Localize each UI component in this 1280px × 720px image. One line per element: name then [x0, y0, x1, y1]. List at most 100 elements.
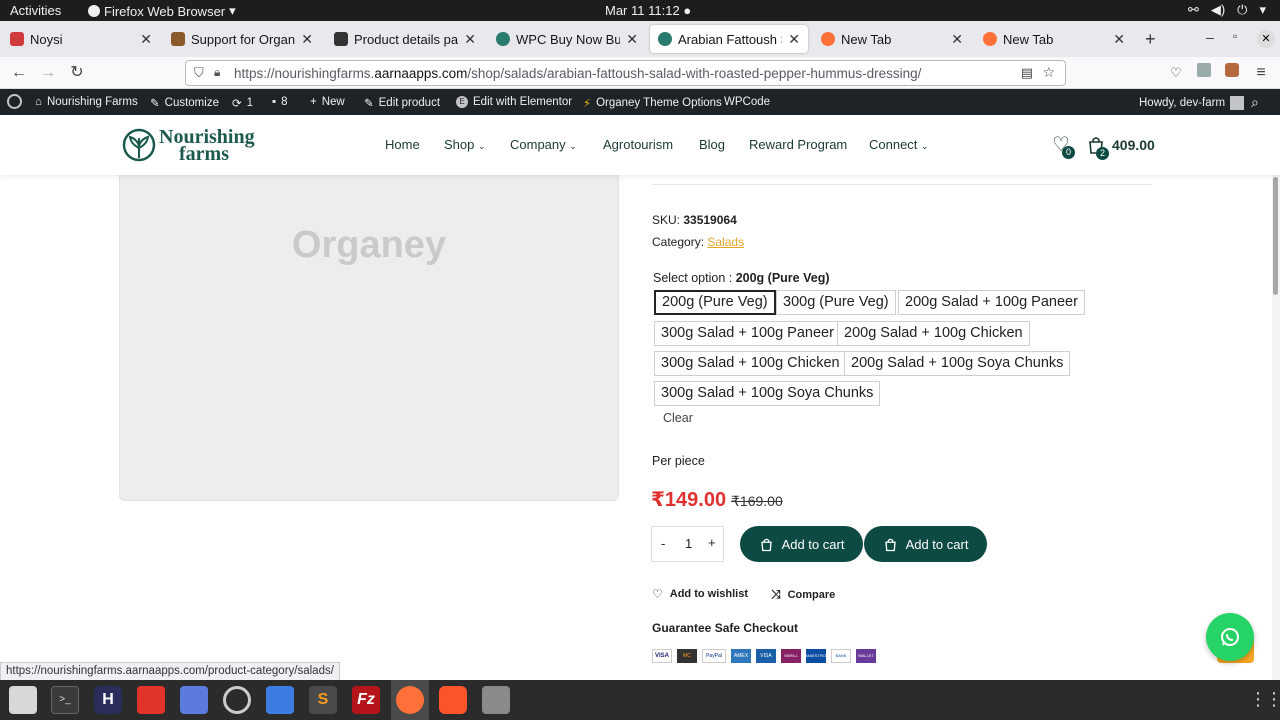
tab-new-tab-1[interactable]: New Tab ✕ — [813, 25, 971, 53]
reader-view-icon[interactable]: ▤ — [1021, 65, 1033, 81]
add-to-cart-button[interactable]: Add to cart — [740, 526, 863, 562]
clock[interactable]: Mar 11 11:12 ● — [605, 3, 691, 18]
firefox-icon[interactable] — [396, 686, 424, 714]
bookmark-star-icon[interactable]: ☆ — [1042, 64, 1055, 81]
close-icon[interactable]: ✕ — [464, 31, 476, 48]
wp-customize-link[interactable]: ✎ Customize — [150, 96, 219, 110]
reload-icon[interactable]: ↻ — [66, 62, 88, 84]
option-300g-paneer[interactable]: 300g Salad + 100g Paneer — [654, 321, 841, 346]
option-200g-chicken[interactable]: 200g Salad + 100g Chicken — [837, 321, 1030, 346]
wordpress-logo-icon[interactable] — [7, 94, 22, 109]
close-icon[interactable]: ✕ — [301, 31, 313, 48]
close-icon[interactable]: ✕ — [951, 31, 963, 48]
pocket-icon[interactable]: ♡ — [1165, 62, 1187, 84]
tab-new-tab-2[interactable]: New Tab ✕ — [975, 25, 1133, 53]
option-300g-soya[interactable]: 300g Salad + 100g Soya Chunks — [654, 381, 881, 406]
wp-new-link[interactable]: + New — [310, 96, 345, 108]
hex-editor-icon[interactable]: H — [94, 686, 122, 714]
menu-shop[interactable]: Shop ⌄ — [444, 137, 486, 152]
tab-wpc-buy-now[interactable]: WPC Buy Now Button ✕ — [488, 25, 646, 53]
wp-comments-link[interactable]: ▪ 8 — [272, 96, 287, 108]
menu-company[interactable]: Company ⌄ — [510, 137, 577, 152]
menu-shop-label: Shop — [444, 137, 475, 152]
comment-icon: ▪ — [272, 96, 277, 108]
close-window-icon[interactable]: ✕ — [1257, 30, 1275, 48]
back-arrow-icon[interactable]: ← — [8, 62, 30, 84]
page-scrollbar[interactable] — [1272, 175, 1280, 680]
search-icon[interactable]: ⌕ — [1251, 94, 1259, 111]
wp-wpcode-link[interactable]: WPCode — [724, 96, 770, 108]
wp-updates-link[interactable]: ⟳ 1 — [232, 96, 253, 110]
wp-site-link[interactable]: ⌂ Nourishing Farms — [35, 96, 138, 108]
text-editor-icon[interactable] — [266, 686, 294, 714]
site-logo[interactable]: Nourishing farms — [122, 126, 262, 165]
image-viewer-icon[interactable] — [482, 686, 510, 714]
close-icon[interactable]: ✕ — [140, 31, 152, 48]
clear-link[interactable]: Clear — [663, 411, 693, 425]
url-bar[interactable]: ⛉ 🔒︎ https://nourishingfarms. aarnaapps.c… — [185, 60, 1066, 86]
app-menu-label: Firefox Web Browser — [104, 3, 226, 19]
menu-blog[interactable]: Blog — [699, 137, 725, 152]
chevron-down-icon: ⌄ — [478, 141, 486, 151]
brave-icon[interactable] — [439, 686, 467, 714]
scrollbar-thumb[interactable] — [1273, 177, 1278, 295]
qty-minus-button[interactable]: - — [661, 536, 665, 551]
option-200g-soya[interactable]: 200g Salad + 100g Soya Chunks — [844, 351, 1071, 376]
files-icon[interactable] — [9, 686, 37, 714]
wp-elementor-link[interactable]: E Edit with Elementor — [456, 96, 572, 108]
extension-icon[interactable] — [1193, 62, 1215, 84]
menu-reward-program[interactable]: Reward Program — [749, 137, 847, 152]
whatsapp-chat-button[interactable] — [1206, 613, 1254, 661]
wp-theme-options-link[interactable]: ⚡ Organey Theme Options — [583, 96, 722, 110]
sublime-text-icon[interactable]: S — [309, 686, 337, 714]
option-200g-paneer[interactable]: 200g Salad + 100g Paneer — [898, 290, 1085, 315]
guarantee-heading: Guarantee Safe Checkout — [652, 621, 799, 635]
option-300g-chicken[interactable]: 300g Salad + 100g Chicken — [654, 351, 847, 376]
wp-account-link[interactable]: Howdy, dev-farm — [1139, 96, 1245, 110]
chevron-down-icon: ⌄ — [569, 141, 577, 151]
settings-icon[interactable] — [223, 686, 251, 714]
add-to-cart-button-secondary[interactable]: Add to cart — [864, 526, 987, 562]
tab-arabian-fattoush[interactable]: Arabian Fattoush Sala ✕ — [650, 25, 808, 53]
unit-label: Per piece — [652, 454, 705, 468]
tab-noysi[interactable]: Noysi ✕ — [2, 25, 160, 53]
qty-plus-button[interactable]: + — [708, 535, 716, 550]
menu-home[interactable]: Home — [385, 137, 420, 152]
tab-support-organey[interactable]: Support for Organey - ✕ — [163, 25, 321, 53]
close-icon[interactable]: ✕ — [1113, 31, 1125, 48]
restore-icon[interactable]: ▫ — [1233, 29, 1237, 43]
cart-button[interactable]: 2 409.00 — [1086, 134, 1166, 160]
tab-product-details[interactable]: Product details page ✕ — [326, 25, 484, 53]
wp-customize-label: Customize — [164, 97, 219, 109]
menu-icon[interactable]: ≡ — [1250, 62, 1272, 84]
app-grid-icon[interactable]: ⋮⋮⋮ — [1249, 689, 1280, 710]
menu-agrotourism[interactable]: Agrotourism — [603, 137, 673, 152]
shield-icon[interactable]: ⛉ — [194, 65, 204, 81]
add-to-wishlist-link[interactable]: ♡ Add to wishlist — [652, 587, 748, 601]
lock-icon[interactable]: 🔒︎ — [214, 65, 220, 80]
extension-icon[interactable] — [1221, 62, 1243, 84]
option-300g-pure-veg[interactable]: 300g (Pure Veg) — [776, 290, 896, 315]
menu-connect[interactable]: Connect ⌄ — [869, 137, 929, 152]
compare-link[interactable]: ⤨ Compare — [771, 587, 835, 602]
close-icon[interactable]: ✕ — [626, 31, 638, 48]
wp-edit-product-link[interactable]: ✎ Edit product — [364, 96, 440, 110]
new-tab-plus-icon[interactable]: + — [1145, 29, 1156, 50]
terminal-icon[interactable]: >_ — [51, 686, 79, 714]
option-200g-pure-veg[interactable]: 200g (Pure Veg) — [654, 290, 776, 315]
app-menu[interactable]: Firefox Web Browser ▾ — [88, 3, 236, 19]
anydesk-icon[interactable] — [137, 686, 165, 714]
qty-value[interactable]: 1 — [685, 536, 692, 551]
product-image[interactable]: Organey — [119, 175, 619, 501]
forward-arrow-icon[interactable]: → — [37, 62, 59, 84]
activities-button[interactable]: Activities — [10, 3, 61, 18]
minimize-icon[interactable]: – — [1206, 29, 1214, 45]
screenshot-icon[interactable] — [180, 686, 208, 714]
category-link[interactable]: Salads — [707, 235, 744, 249]
wishlist-button[interactable]: ♡ 0 — [1052, 134, 1076, 159]
system-tray[interactable]: ⚯ ◀) ⏻ ▾ — [1188, 2, 1266, 18]
filezilla-icon[interactable]: Fz — [352, 686, 380, 714]
amex-icon: AMEX — [731, 649, 751, 663]
url-prefix: https://nourishingfarms. — [234, 65, 375, 81]
close-icon[interactable]: ✕ — [788, 31, 800, 48]
